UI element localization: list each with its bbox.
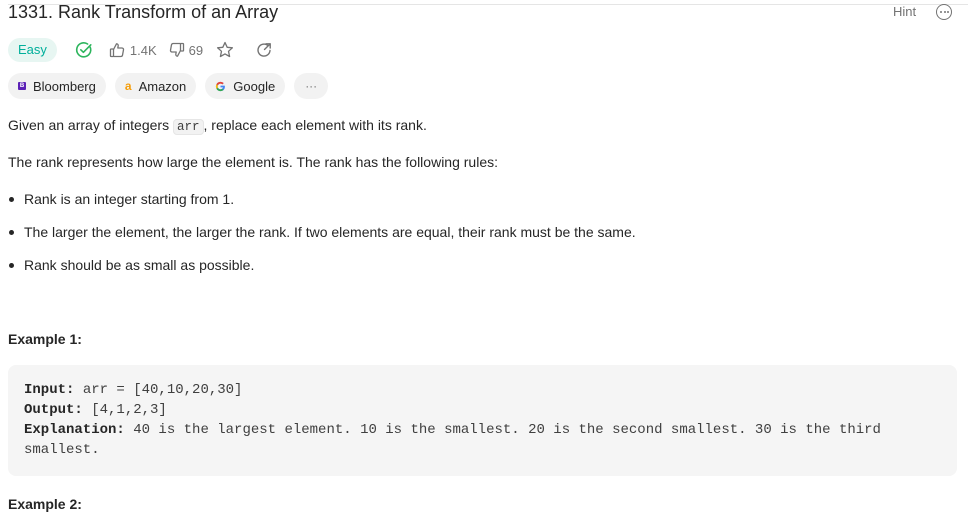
explanation-label: Explanation:: [24, 422, 125, 438]
thumbs-up-icon: [109, 42, 125, 58]
explanation-value: 40 is the largest element. 10 is the sma…: [24, 422, 890, 458]
thumbs-down-icon: [169, 42, 185, 58]
example-input-line: Input: arr = [40,10,20,30]: [24, 380, 941, 400]
intro-text-before: Given an array of integers: [8, 117, 173, 133]
dislike-count: 69: [188, 42, 204, 58]
more-options-icon[interactable]: [936, 4, 952, 20]
problem-description-panel: 1331. Rank Transform of an Array Hint Ea…: [0, 0, 976, 516]
dislike-button[interactable]: 69: [169, 42, 203, 58]
input-label: Input:: [24, 382, 75, 398]
intro-text-after: , replace each element with its rank.: [203, 117, 427, 133]
amazon-logo-icon: a: [124, 79, 132, 93]
example-output-line: Output: [4,1,2,3]: [24, 400, 941, 420]
company-tag-label: Bloomberg: [33, 78, 96, 94]
google-logo-icon: [215, 81, 226, 92]
hint-button[interactable]: Hint: [893, 4, 916, 20]
favorite-star-icon[interactable]: [215, 40, 235, 60]
company-tag-google[interactable]: Google: [205, 73, 286, 99]
example-1-block: Input: arr = [40,10,20,30] Output: [4,1,…: [8, 365, 957, 476]
problem-meta-row: Easy 1.4K 69: [8, 37, 273, 63]
description-intro: Given an array of integers arr, replace …: [8, 116, 427, 136]
company-tag-amazon[interactable]: a Amazon: [114, 73, 197, 99]
output-value: [4,1,2,3]: [82, 402, 167, 418]
example-1-heading: Example 1:: [8, 331, 82, 347]
solved-check-icon: [75, 41, 93, 59]
more-tags-button[interactable]: ···: [294, 73, 329, 99]
problem-title[interactable]: 1331. Rank Transform of an Array: [8, 1, 278, 23]
rules-intro: The rank represents how large the elemen…: [8, 154, 498, 170]
input-value: arr = [40,10,20,30]: [74, 382, 243, 398]
output-label: Output:: [24, 402, 83, 418]
company-tag-bloomberg[interactable]: B Bloomberg: [8, 73, 106, 99]
inline-code-arr: arr: [172, 119, 204, 135]
company-tag-label: Amazon: [138, 78, 187, 94]
rules-list: Rank is an integer starting from 1. The …: [8, 190, 636, 289]
difficulty-badge[interactable]: Easy: [8, 38, 57, 62]
like-count: 1.4K: [129, 42, 157, 58]
list-item: Rank should be as small as possible.: [8, 256, 636, 289]
bloomberg-logo-icon: B: [18, 82, 26, 90]
company-tag-label: Google: [233, 78, 276, 94]
list-item: Rank is an integer starting from 1.: [8, 190, 636, 223]
share-icon[interactable]: [255, 41, 273, 59]
example-explanation-line: Explanation: 40 is the largest element. …: [24, 420, 941, 460]
like-button[interactable]: 1.4K: [109, 42, 157, 58]
example-2-heading: Example 2:: [8, 496, 82, 512]
company-tags-row: B Bloomberg a Amazon Google ···: [8, 73, 329, 99]
list-item: The larger the element, the larger the r…: [8, 223, 636, 256]
